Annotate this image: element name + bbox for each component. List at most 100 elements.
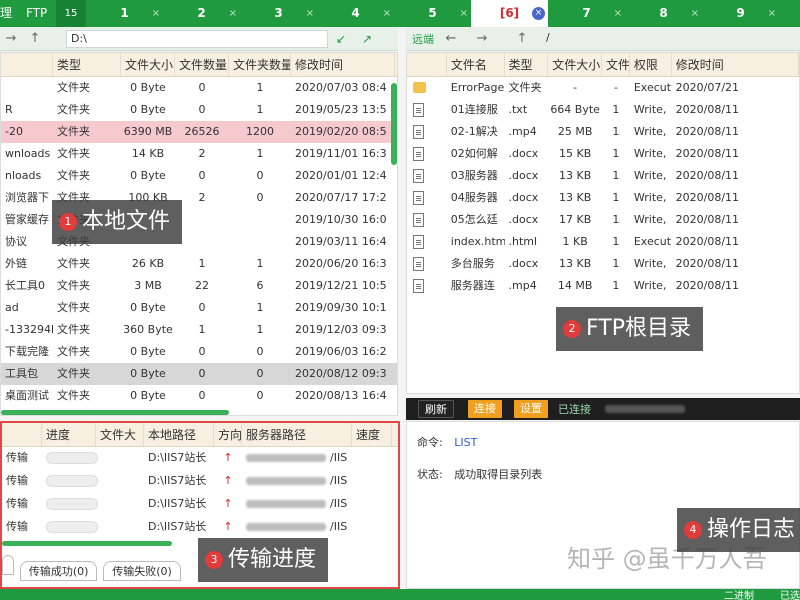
col-speed[interactable]: 速度 xyxy=(352,423,392,446)
up-arrow-icon[interactable]: ↑ xyxy=(502,31,542,46)
col-file-size[interactable]: 文件大 xyxy=(96,423,144,446)
col-mtime[interactable]: 修改时间 xyxy=(291,53,395,76)
col-files[interactable]: 文件 xyxy=(602,53,630,76)
up-arrow-icon[interactable]: ↑ xyxy=(22,31,48,46)
file-name: nloads xyxy=(5,169,42,182)
server-path: /IIS xyxy=(330,520,348,533)
table-row[interactable]: 长工具0 文件夹 3 MB 22 6 2019/12/21 10:5 xyxy=(1,275,397,297)
table-row[interactable]: 桌面测试 文件夹 0 Byte 0 0 2020/08/13 16:4 xyxy=(1,385,397,407)
table-row[interactable]: ErrorPage 文件夹 - - Execut 2020/07/21 xyxy=(407,77,799,99)
file-type: 文件夹 xyxy=(57,147,90,160)
table-row[interactable]: 服务器连 .mp4 14 MB 1 Write, 2020/08/11 xyxy=(407,275,799,297)
subtab-all[interactable] xyxy=(2,555,14,575)
file-icon xyxy=(413,235,424,249)
col-filename[interactable]: 文件名 xyxy=(447,53,505,76)
callout-transfer-progress: 3 传输进度 xyxy=(198,538,329,582)
table-row[interactable]: -133294b 文件夹 360 Byte 1 1 2019/12/03 09:3 xyxy=(1,319,397,341)
table-row[interactable]: nloads 文件夹 0 Byte 0 0 2020/01/01 12:4 xyxy=(1,165,397,187)
table-row[interactable]: 03服务器 .docx 13 KB 1 Write, 2020/08/11 xyxy=(407,165,799,187)
tab-3[interactable]: 3 × xyxy=(240,0,317,27)
status-binary: 二进制 xyxy=(724,591,754,600)
table-row[interactable]: R 文件夹 0 Byte 0 1 2019/05/23 13:5 xyxy=(1,99,397,121)
file-name: ErrorPage xyxy=(450,81,505,94)
settings-button[interactable]: 设置 xyxy=(514,400,548,418)
tab-count[interactable]: 15 xyxy=(56,0,86,27)
app-tab-ftp[interactable]: FTP xyxy=(20,0,56,27)
col-file-count[interactable]: 文件数量 xyxy=(175,53,229,76)
col-direction[interactable]: 方向 xyxy=(214,423,242,446)
close-icon[interactable]: × xyxy=(306,0,314,27)
file-count: 0 xyxy=(198,81,206,94)
table-row[interactable]: 02-1解决 .mp4 25 MB 1 Write, 2020/08/11 xyxy=(407,121,799,143)
col-type[interactable]: 类型 xyxy=(505,53,549,76)
table-row[interactable]: 04服务器 .docx 13 KB 1 Write, 2020/08/11 xyxy=(407,187,799,209)
horizontal-scrollbar[interactable] xyxy=(2,541,172,546)
col-permission[interactable]: 权限 xyxy=(630,53,672,76)
close-icon[interactable]: × xyxy=(691,0,699,27)
col-size[interactable]: 文件大小 xyxy=(548,53,603,76)
file-permission: Write, xyxy=(633,169,667,182)
upload-arrow-icon: ↑ xyxy=(223,497,233,510)
close-icon[interactable]: × xyxy=(229,0,237,27)
tab-2[interactable]: 2 × xyxy=(163,0,240,27)
close-icon[interactable]: × xyxy=(614,0,622,27)
collapse-icon[interactable]: ↙ xyxy=(328,32,354,46)
table-row[interactable]: index.htm .html 1 KB 1 Execut 2020/08/11 xyxy=(407,231,799,253)
tab-4[interactable]: 4 × xyxy=(317,0,394,27)
table-row[interactable]: 05怎么廷 .docx 17 KB 1 Write, 2020/08/11 xyxy=(407,209,799,231)
table-row[interactable]: 文件夹 0 Byte 0 1 2020/07/03 08:4 xyxy=(1,77,397,99)
file-mtime: 2020/08/13 16:4 xyxy=(295,389,387,402)
table-row[interactable]: 外链 文件夹 26 KB 1 1 2020/06/20 16:3 xyxy=(1,253,397,275)
connect-button[interactable]: 连接 xyxy=(468,400,502,418)
transfer-row[interactable]: 传输 D:\IIS7站长 ↑ /IIS xyxy=(2,493,398,516)
tab-7[interactable]: 7 × xyxy=(548,0,625,27)
col-server-path[interactable]: 服务器路径 xyxy=(242,423,352,446)
file-mtime: 2019/06/03 16:2 xyxy=(295,345,387,358)
horizontal-scrollbar[interactable] xyxy=(1,410,229,415)
transfer-row[interactable]: 传输 D:\IIS7站长 ↑ /IIS xyxy=(2,470,398,493)
table-row[interactable]: -20 文件夹 6390 MB 26526 1200 2019/02/20 08:5 xyxy=(1,121,397,143)
subtab-success[interactable]: 传输成功(0) xyxy=(19,561,98,581)
col-type[interactable]: 类型 xyxy=(53,53,121,76)
col-mtime[interactable]: 修改时间 xyxy=(672,53,799,76)
close-icon[interactable]: × xyxy=(152,0,160,27)
file-permission: Write, xyxy=(633,279,667,292)
col-size[interactable]: 文件大小 xyxy=(121,53,175,76)
close-icon[interactable]: × xyxy=(768,0,776,27)
col-folder-count[interactable]: 文件夹数量 xyxy=(229,53,291,76)
transfer-row[interactable]: 传输 D:\IIS7站长 ↑ /IIS xyxy=(2,516,398,539)
col-progress[interactable]: 进度 xyxy=(42,423,96,446)
expand-icon[interactable]: ↗ xyxy=(354,32,380,46)
tab-8[interactable]: 8 × xyxy=(625,0,702,27)
vertical-scrollbar[interactable] xyxy=(391,83,397,165)
transfer-row[interactable]: 传输 D:\IIS7站长 ↑ /IIS xyxy=(2,447,398,470)
progress-bar xyxy=(46,452,98,464)
tab-5[interactable]: 5 × xyxy=(394,0,471,27)
col-local-path[interactable]: 本地路径 xyxy=(144,423,214,446)
back-arrow-icon[interactable]: ← xyxy=(440,31,462,46)
close-icon[interactable]: × xyxy=(532,7,545,20)
refresh-button[interactable]: 刷新 xyxy=(418,400,454,418)
forward-arrow-icon[interactable]: → xyxy=(462,31,502,46)
blurred-address xyxy=(246,523,326,531)
table-row[interactable]: 多台服务 .docx 13 KB 1 Write, 2020/08/11 xyxy=(407,253,799,275)
close-icon[interactable]: × xyxy=(460,0,468,27)
close-icon[interactable]: × xyxy=(383,0,391,27)
tab-6-active[interactable]: [6] × xyxy=(471,0,548,27)
file-name: -20 xyxy=(5,125,23,138)
table-row[interactable]: 02如何解 .docx 15 KB 1 Write, 2020/08/11 xyxy=(407,143,799,165)
local-path-input[interactable]: D:\ xyxy=(66,29,328,48)
table-row[interactable]: ad 文件夹 0 Byte 0 1 2019/09/30 10:1 xyxy=(1,297,397,319)
subtab-failed[interactable]: 传输失败(0) xyxy=(103,561,181,581)
folder-count: 1 xyxy=(256,323,264,336)
table-row[interactable]: 工具包 文件夹 0 Byte 0 0 2020/08/12 09:3 xyxy=(1,363,397,385)
file-count: 1 xyxy=(612,147,620,160)
table-row[interactable]: 01连接服 .txt 664 Byte 1 Write, 2020/08/11 xyxy=(407,99,799,121)
table-row[interactable]: wnloads 文件夹 14 KB 2 1 2019/11/01 16:3 xyxy=(1,143,397,165)
app-tab-manage[interactable]: 理 xyxy=(0,0,20,27)
table-row[interactable]: 下载完隆 文件夹 0 Byte 0 0 2019/06/03 16:2 xyxy=(1,341,397,363)
tab-9[interactable]: 9 × xyxy=(702,0,779,27)
forward-arrow-icon[interactable]: → xyxy=(0,31,22,46)
remote-path-input[interactable]: / xyxy=(542,30,762,48)
tab-1[interactable]: 1 × xyxy=(86,0,163,27)
